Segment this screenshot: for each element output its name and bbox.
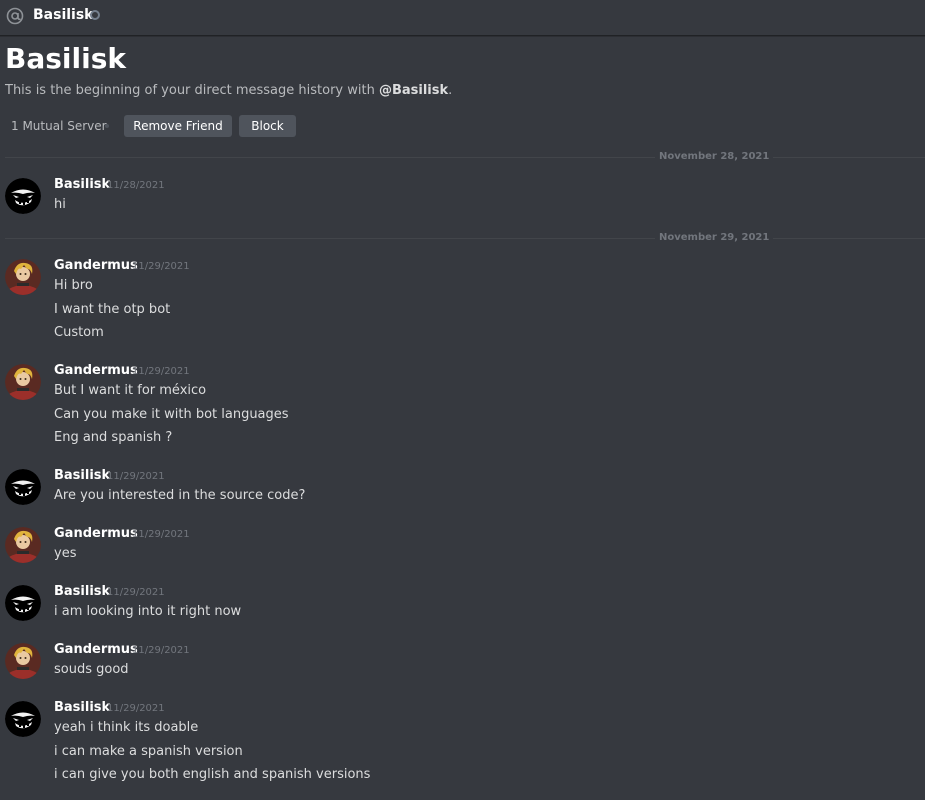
subtitle-suffix: . [448,83,453,98]
message-text: i am looking into it right now [54,604,242,619]
date-divider-label: November 28, 2021 [655,151,774,163]
date-divider [5,238,925,239]
message-timestamp: 11/29/2021 [132,366,190,377]
basilisk-avatar[interactable] [5,585,41,621]
at-icon [6,7,24,25]
message-author[interactable]: Basilisk [54,700,110,716]
message-author[interactable]: Gandermus [54,258,138,274]
message-author[interactable]: Basilisk [54,584,110,600]
message-timestamp: 11/28/2021 [107,180,165,191]
message-text: yes [54,546,77,561]
basilisk-avatar[interactable] [5,178,41,214]
message-author[interactable]: Gandermus [54,526,138,542]
remove-friend-button[interactable]: Remove Friend [124,115,232,137]
message-text: Hi bro [54,278,93,293]
message-author[interactable]: Basilisk [54,177,110,193]
basilisk-avatar[interactable] [5,701,41,737]
basilisk-avatar[interactable] [5,469,41,505]
message-timestamp: 11/29/2021 [107,703,165,714]
gandermus-avatar[interactable] [5,259,41,295]
page-title: Basilisk [5,42,126,75]
block-button[interactable]: Block [239,115,296,137]
message-author[interactable]: Gandermus [54,642,138,658]
message-text: Eng and spanish ? [54,430,173,445]
message-author[interactable]: Gandermus [54,363,138,379]
message-timestamp: 11/29/2021 [132,529,190,540]
gandermus-avatar[interactable] [5,527,41,563]
message-text: Are you interested in the source code? [54,488,306,503]
dm-history-subtitle: This is the beginning of your direct mes… [5,83,452,99]
date-divider [5,157,925,158]
subtitle-handle[interactable]: @Basilisk [379,83,448,98]
message-author[interactable]: Basilisk [54,468,110,484]
message-text: I want the otp bot [54,301,171,317]
offline-status-icon [90,10,100,20]
message-timestamp: 11/29/2021 [132,261,190,272]
message-text: souds good [54,662,129,677]
dm-recipient-name: Basilisk [33,7,94,23]
message-text: But I want it for méxico [54,383,207,398]
gandermus-avatar[interactable] [5,364,41,400]
message-timestamp: 11/29/2021 [107,587,165,598]
channel-header-bar: Basilisk [0,0,925,36]
separator-dot [105,124,109,128]
message-text: Can you make it with bot languages [54,406,289,422]
message-text: yeah i think its doable [54,720,199,735]
message-text: hi [54,197,66,212]
message-text: i can make a spanish version [54,743,243,759]
date-divider-label: November 29, 2021 [655,232,774,244]
message-timestamp: 11/29/2021 [132,645,190,656]
message-text: Custom [54,325,104,340]
message-text: i can give you both english and spanish … [54,767,371,782]
mutual-servers-link[interactable]: 1 Mutual Server [11,119,107,133]
gandermus-avatar[interactable] [5,643,41,679]
subtitle-prefix: This is the beginning of your direct mes… [5,83,379,98]
message-timestamp: 11/29/2021 [107,471,165,482]
